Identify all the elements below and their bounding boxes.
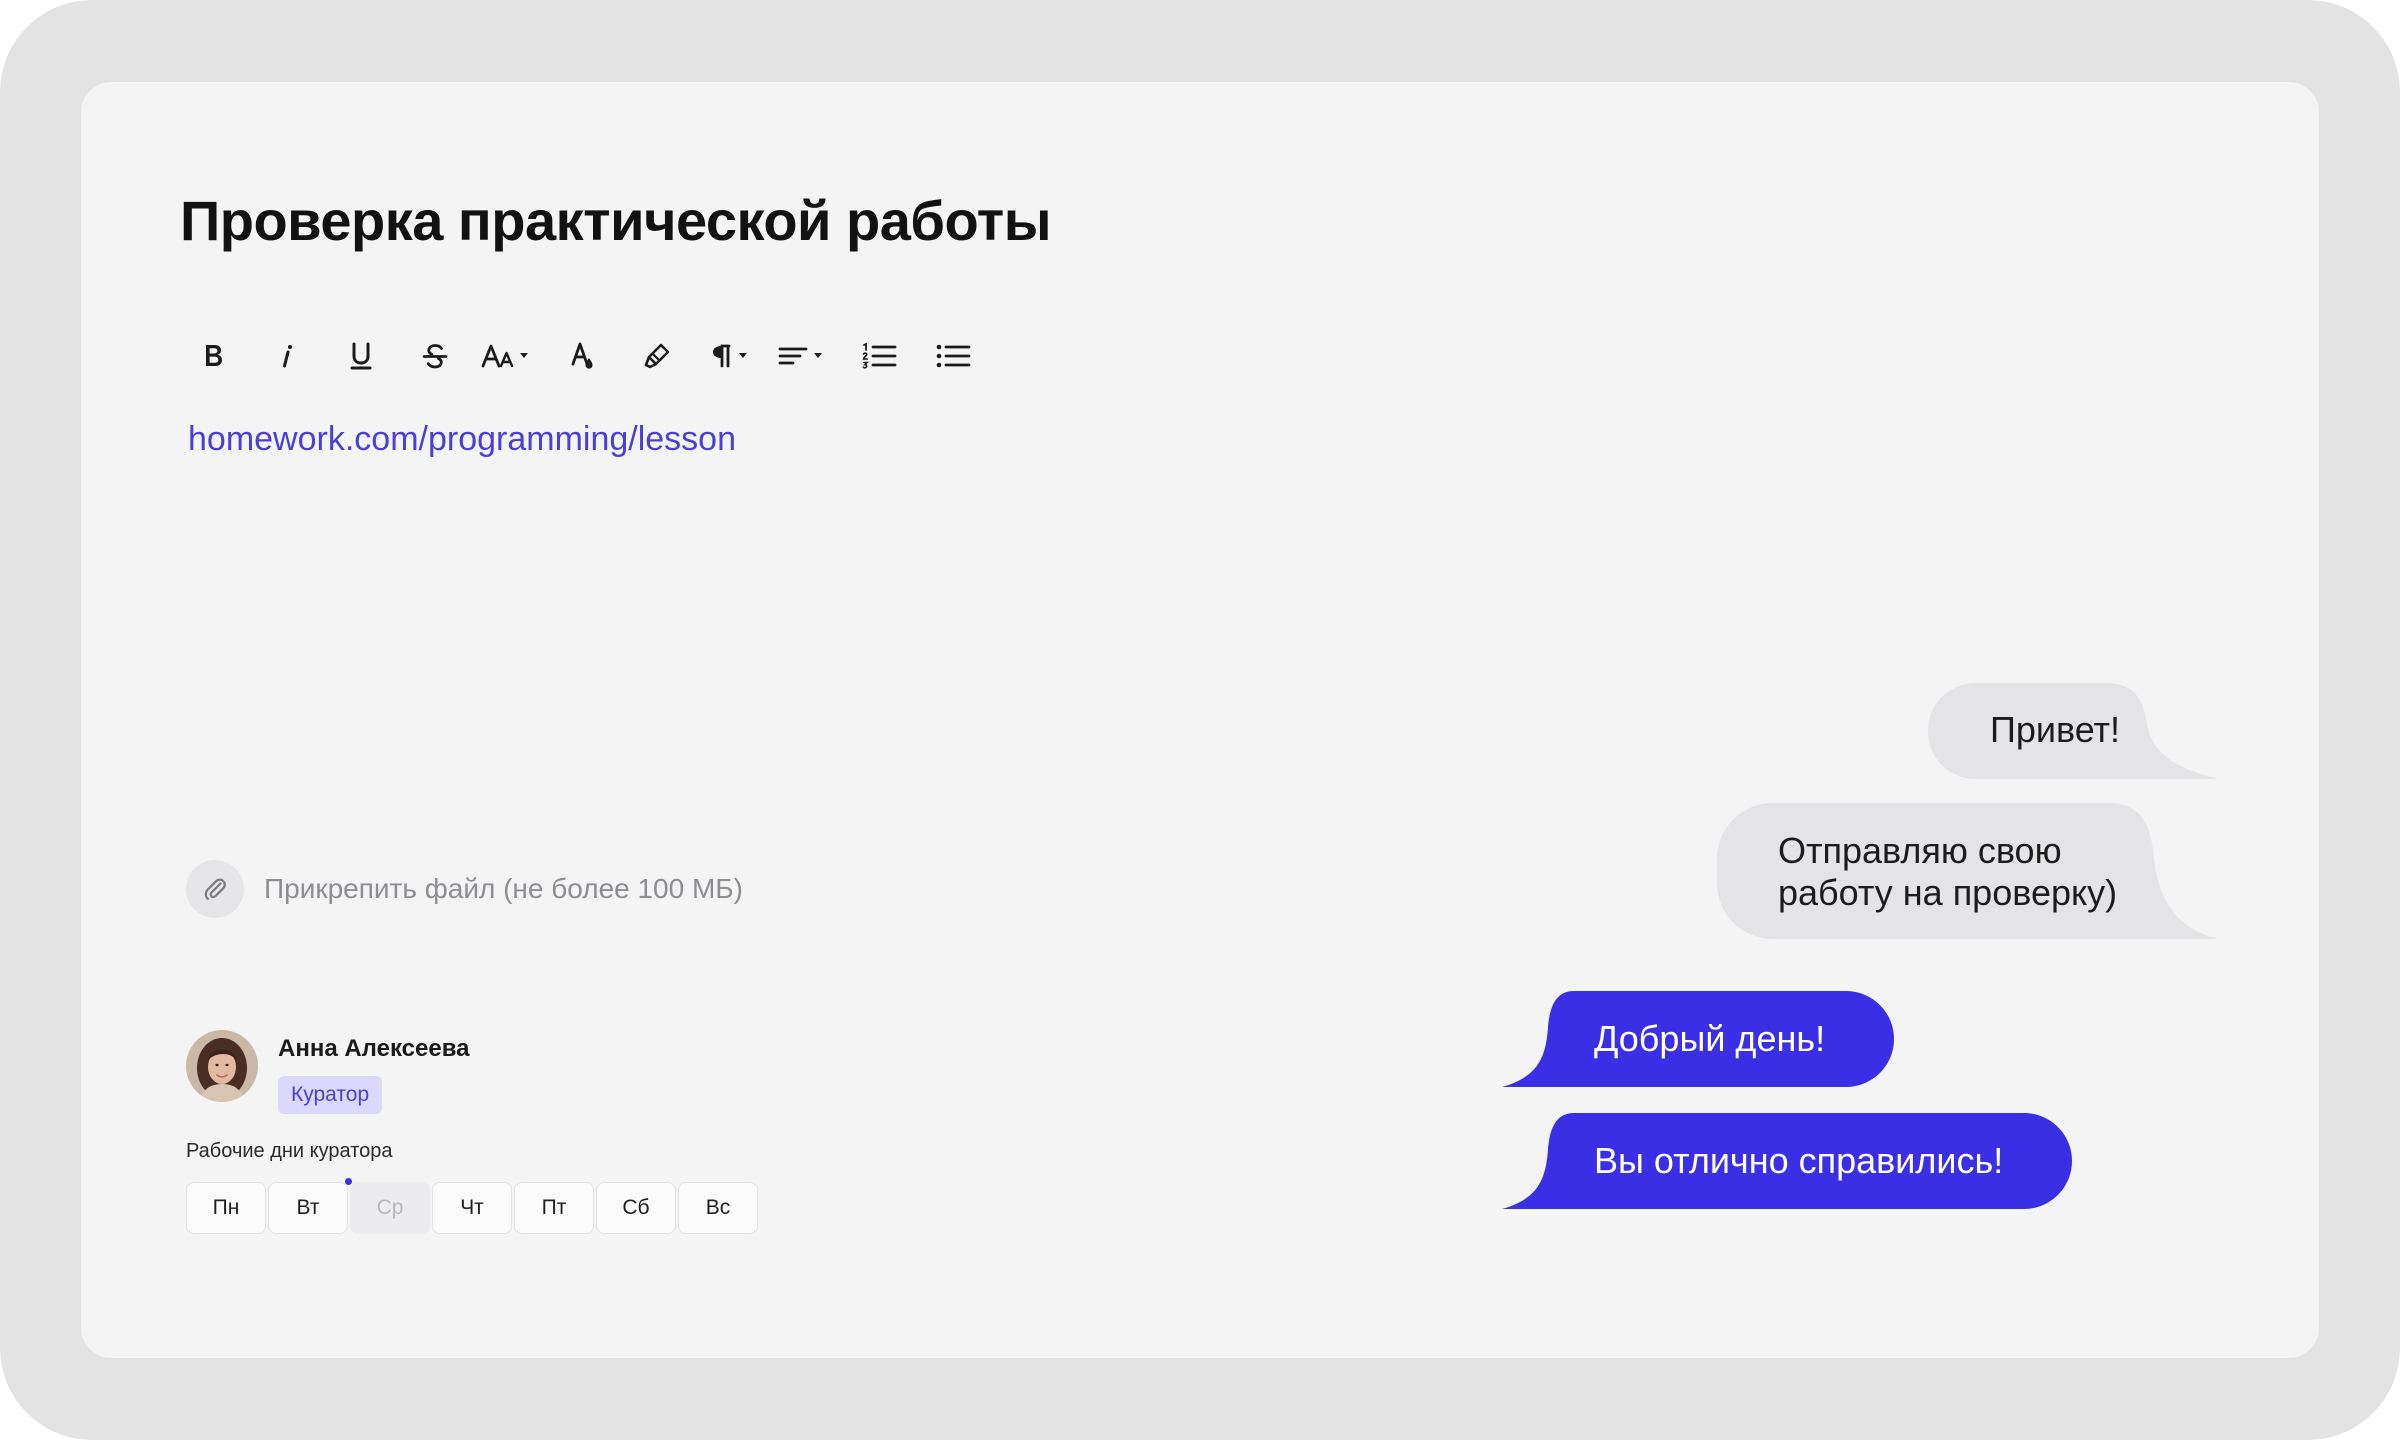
day-fri[interactable]: Пт [514, 1182, 594, 1234]
day-label: Чт [460, 1196, 484, 1219]
chat-message-text: Отправляю свою [1778, 830, 2062, 871]
italic-button[interactable] [250, 328, 324, 384]
paragraph-button[interactable] [694, 328, 768, 384]
font-size-button[interactable] [472, 328, 546, 384]
numbered-list-button[interactable] [842, 328, 916, 384]
curator-role-badge: Куратор [278, 1076, 383, 1114]
attach-file-label: Прикрепить файл (не более 100 МБ) [264, 873, 744, 904]
chat-message-text: Привет! [1990, 709, 2121, 750]
numbered-list-icon [862, 342, 897, 369]
editor-toolbar [176, 328, 990, 384]
day-label: Пн [212, 1196, 240, 1219]
align-button[interactable] [768, 328, 842, 384]
day-thu[interactable]: Чт [432, 1182, 512, 1234]
align-left-icon [778, 347, 822, 365]
day-sun[interactable]: Вс [678, 1182, 758, 1234]
highlighter-icon [644, 343, 670, 369]
pilcrow-icon [713, 344, 747, 368]
day-tue[interactable]: Вт [268, 1178, 352, 1234]
highlight-button[interactable] [620, 328, 694, 384]
text-color-icon [571, 342, 593, 369]
italic-icon [283, 345, 292, 368]
curator-working-days: Пн Вт Ср Чт Пт Сб Вс [186, 1178, 760, 1234]
page-title: Проверка практической работы [180, 189, 1052, 252]
strikethrough-button[interactable] [398, 328, 472, 384]
underline-icon [350, 342, 372, 370]
paperclip-icon [204, 878, 226, 900]
homework-link[interactable]: homework.com/programming/lesson [188, 420, 736, 459]
day-label: Пт [541, 1196, 567, 1219]
day-sat[interactable]: Сб [596, 1182, 676, 1234]
attach-icon-circle [186, 860, 244, 918]
day-wed[interactable]: Ср [350, 1182, 430, 1234]
chat-message-text: работу на проверку) [1778, 872, 2118, 913]
bullet-list-button[interactable] [916, 328, 990, 384]
strikethrough-icon [422, 344, 448, 369]
curator-info: Анна Алексеева Куратор [278, 1034, 469, 1114]
curator-name: Анна Алексеева [278, 1035, 470, 1062]
day-label: Сб [622, 1196, 650, 1219]
day-label: Ср [376, 1196, 404, 1219]
curator-working-days-label: Рабочие дни куратора [186, 1140, 393, 1162]
underline-button[interactable] [324, 328, 398, 384]
chat-message-text: Добрый день! [1594, 1018, 1826, 1059]
curator-avatar [186, 1030, 258, 1102]
text-color-button[interactable] [546, 328, 620, 384]
day-mon[interactable]: Пн [186, 1182, 266, 1234]
attach-file-button[interactable]: Прикрепить файл (не более 100 МБ) [186, 860, 743, 918]
curator-card: Анна Алексеева Куратор [186, 1030, 469, 1114]
day-label: Вс [705, 1196, 731, 1219]
bullet-list-icon [936, 344, 971, 368]
bold-button[interactable] [176, 328, 250, 384]
font-size-icon [481, 344, 528, 368]
chat-message-text: Вы отлично справились! [1594, 1140, 2004, 1181]
bold-icon [206, 345, 222, 366]
day-label: Вт [296, 1196, 320, 1219]
